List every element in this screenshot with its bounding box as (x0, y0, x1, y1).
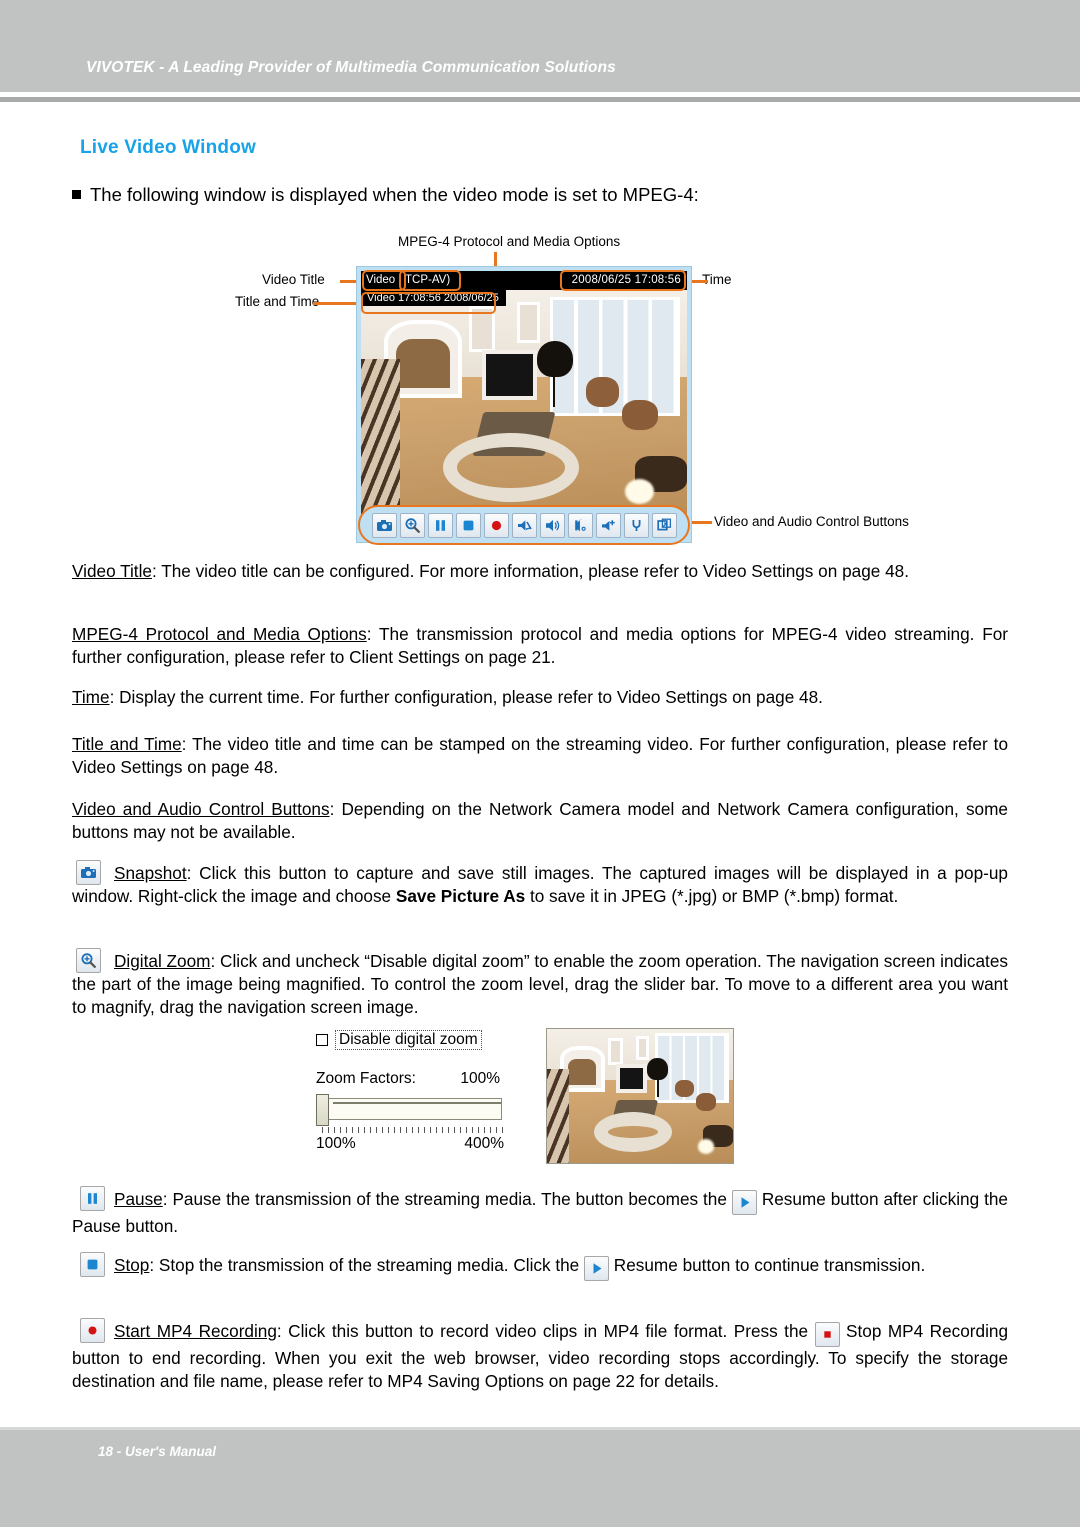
paragraph-digital-zoom-body: : Click and uncheck “Disable digital zoo… (72, 951, 1008, 1017)
resume-icon-two (584, 1256, 610, 1281)
zoom-slider-max-label: 400% (464, 1135, 504, 1152)
stop-mp4-recording-icon (814, 1322, 840, 1347)
nav-scene-floor-lamp-stem (656, 1078, 659, 1098)
zoom-slider-track[interactable] (324, 1098, 502, 1120)
intro-bullet: The following window is displayed when t… (72, 184, 1012, 206)
snapshot-button[interactable] (371, 512, 397, 538)
scene-floor-lamp-stem (553, 375, 556, 408)
paragraph-time-body: : Display the current time. For further … (109, 687, 823, 707)
callout-label-control-buttons: Video and Audio Control Buttons (714, 514, 909, 529)
scene-armchair-two (621, 400, 658, 431)
paragraph-stop-body-b: Resume button to continue transmission. (609, 1255, 926, 1275)
navigation-screen-image[interactable] (546, 1028, 734, 1164)
scene-floor-lamp-shade (537, 340, 573, 378)
term-start-mp4-recording: Start MP4 Recording (114, 1321, 277, 1341)
term-digital-zoom: Digital Zoom (114, 951, 211, 971)
zoom-factors-label: Zoom Factors: (316, 1070, 416, 1087)
term-video-title: Video Title (72, 561, 152, 581)
term-pause: Pause (114, 1189, 163, 1209)
nav-scene-niche-right (636, 1035, 650, 1060)
pause-button[interactable] (427, 512, 453, 538)
paragraph-pause-body-a: : Pause the transmission of the streamin… (162, 1189, 732, 1209)
nav-scene-floor-lamp-shade (647, 1058, 668, 1080)
term-title-and-time: Title and Time (72, 734, 182, 754)
zoom-slider-thumb[interactable] (316, 1094, 329, 1126)
zoom-slider-limits: 100% 400% (316, 1135, 504, 1153)
callout-label-title-and-time: Title and Time (235, 294, 320, 309)
highlight-ring-protocol (399, 270, 461, 291)
page-header-title: VIVOTEK - A Leading Provider of Multimed… (86, 59, 616, 76)
term-protocol-options: MPEG-4 Protocol and Media Options (72, 624, 367, 644)
microphone-button[interactable] (623, 512, 649, 538)
intro-bullet-text: The following window is displayed when t… (90, 184, 699, 205)
stop-button[interactable] (455, 512, 481, 538)
paragraph-stop-body-a: : Stop the transmission of the streaming… (149, 1255, 585, 1275)
zoom-factors-value: 100% (460, 1070, 500, 1087)
zoom-factors-row: Zoom Factors: 100% (316, 1070, 500, 1088)
page-header-band (0, 0, 1080, 92)
paragraph-digital-zoom: Digital Zoom: Click and uncheck “Disable… (72, 950, 1008, 1019)
zoom-slider-min-label: 100% (316, 1135, 356, 1152)
talk-button[interactable] (567, 512, 593, 538)
bullet-square-icon (72, 190, 81, 199)
scene-armchair-one (585, 377, 619, 408)
callout-leader-controls (690, 521, 712, 524)
nav-scene-niche-left (608, 1038, 624, 1066)
paragraph-video-title-body: : The video title can be configured. For… (151, 561, 909, 581)
scene-stair-railing (361, 359, 401, 520)
paragraph-record-body-a: : Click this button to record video clip… (276, 1321, 815, 1341)
scene-curved-sofa (442, 432, 580, 502)
digital-zoom-dialog-figure: Disable digital zoom Zoom Factors: 100% … (0, 1022, 1080, 1170)
disable-digital-zoom-label: Disable digital zoom (335, 1030, 482, 1050)
video-canvas: Video 17:08:56 2008/06/25 (361, 290, 687, 520)
scene-light-glow (625, 478, 655, 504)
term-snapshot: Snapshot (114, 863, 187, 883)
zoom-slider-ticks (322, 1127, 504, 1133)
scene-shelf-interior (396, 339, 450, 389)
term-control-buttons: Video and Audio Control Buttons (72, 799, 330, 819)
save-picture-as-emphasis: Save Picture As (395, 886, 526, 906)
callout-label-protocol: MPEG-4 Protocol and Media Options (398, 234, 621, 249)
disable-digital-zoom-row[interactable]: Disable digital zoom (316, 1030, 482, 1050)
paragraph-stop: Stop: Stop the transmission of the strea… (72, 1254, 1008, 1281)
page-title: Live Video Window (80, 137, 257, 158)
paragraph-snapshot-body-b: to save it in JPEG (*.jpg) or BMP (*.bmp… (525, 886, 899, 906)
scene-fireplace (481, 349, 538, 401)
nav-scene-shelf-interior (568, 1058, 597, 1085)
paragraph-title-and-time-body: : The video title and time can be stampe… (72, 734, 1008, 777)
header-divider-rule (0, 97, 1080, 102)
paragraph-video-title: Video Title: The video title can be conf… (72, 560, 1008, 583)
nav-scene-armchair-one (675, 1079, 694, 1098)
paragraph-title-and-time: Title and Time: The video title and time… (72, 733, 1008, 779)
paragraph-control-buttons: Video and Audio Control Buttons: Dependi… (72, 798, 1008, 844)
paragraph-snapshot: Snapshot: Click this button to capture a… (72, 862, 1008, 908)
resume-icon (731, 1190, 757, 1215)
highlight-ring-title-and-time (361, 292, 496, 314)
term-stop: Stop (114, 1255, 150, 1275)
paragraph-time: Time: Display the current time. For furt… (72, 686, 1008, 709)
mic-volume-button[interactable] (595, 512, 621, 538)
paragraph-protocol-options: MPEG-4 Protocol and Media Options: The t… (72, 623, 1008, 669)
highlight-ring-time (560, 270, 686, 291)
nav-scene-curved-sofa (593, 1112, 672, 1153)
paragraph-start-mp4-recording: Start MP4 Recording: Click this button t… (72, 1320, 1008, 1393)
start-mp4-recording-button[interactable] (483, 512, 509, 538)
disable-digital-zoom-checkbox[interactable] (316, 1034, 328, 1046)
nav-scene-fireplace (615, 1063, 648, 1094)
fullscreen-button[interactable] (651, 512, 677, 538)
nav-scene-stair-railing (547, 1069, 570, 1163)
scene-niche-right (517, 301, 541, 343)
paragraph-pause: Pause: Pause the transmission of the str… (72, 1188, 1008, 1238)
page-footer-text: 18 - User's Manual (98, 1444, 217, 1459)
nav-scene-light-glow (697, 1138, 715, 1154)
nav-scene-armchair-two (695, 1093, 717, 1111)
zoom-slider-line (333, 1102, 501, 1104)
digital-zoom-button[interactable] (399, 512, 425, 538)
speaker-volume-button[interactable] (539, 512, 565, 538)
speaker-mute-button[interactable] (511, 512, 537, 538)
callout-label-video-title: Video Title (262, 272, 325, 287)
video-audio-control-toolbar (358, 505, 690, 545)
term-time: Time (72, 687, 110, 707)
